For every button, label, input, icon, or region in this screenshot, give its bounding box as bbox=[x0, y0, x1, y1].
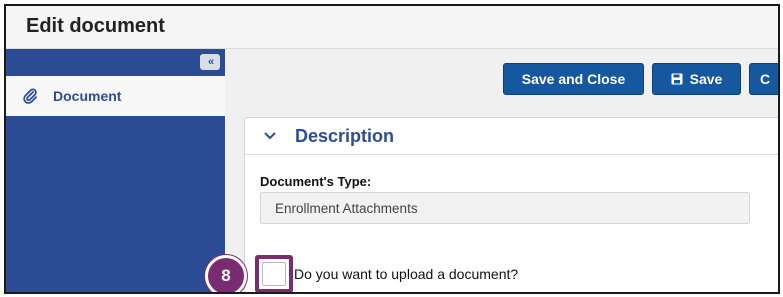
panel-title: Description bbox=[295, 125, 395, 146]
upload-document-checkbox[interactable] bbox=[262, 262, 286, 286]
sidebar-item-label: Document bbox=[53, 88, 122, 104]
more-button-label: C bbox=[760, 71, 771, 87]
step-number-badge: 8 bbox=[205, 255, 247, 292]
save-button[interactable]: Save bbox=[652, 63, 741, 95]
sidebar: « Document bbox=[6, 49, 225, 292]
double-chevron-left-icon: « bbox=[207, 56, 214, 68]
main-content: Save and Close Save C Description Docume… bbox=[225, 49, 778, 292]
more-button[interactable]: C bbox=[749, 63, 778, 95]
document-type-field[interactable]: Enrollment Attachments bbox=[260, 192, 750, 224]
sidebar-item-document[interactable]: Document bbox=[6, 76, 225, 116]
save-label: Save bbox=[689, 71, 723, 87]
window-header: Edit document bbox=[6, 6, 778, 49]
document-type-label: Document's Type: bbox=[260, 174, 372, 189]
chevron-down-icon bbox=[264, 132, 276, 140]
step-number: 8 bbox=[221, 266, 231, 285]
save-and-close-label: Save and Close bbox=[521, 71, 626, 87]
upload-document-question: Do you want to upload a document? bbox=[294, 266, 519, 282]
collapse-sidebar-button[interactable]: « bbox=[200, 54, 220, 70]
paperclip-icon bbox=[23, 88, 37, 104]
edit-document-window: Edit document « Document Save and Close … bbox=[4, 4, 780, 294]
description-panel-header[interactable]: Description bbox=[245, 118, 778, 155]
save-and-close-button[interactable]: Save and Close bbox=[503, 63, 644, 95]
document-type-value: Enrollment Attachments bbox=[275, 200, 418, 216]
floppy-disk-icon bbox=[671, 73, 683, 85]
page-title: Edit document bbox=[26, 15, 165, 37]
